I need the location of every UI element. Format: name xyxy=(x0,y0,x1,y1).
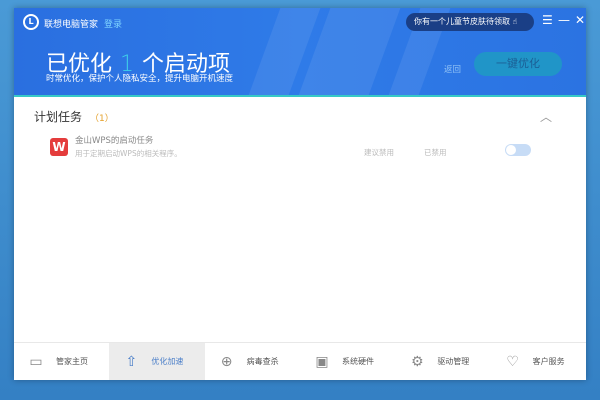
header: L 联想电脑管家 登录 你有一个儿童节皮肤待领取 ☝ ☰ — ✕ 已优化 1 个启动… xyxy=(14,8,586,97)
item-status: 已禁用 xyxy=(424,148,447,157)
nav-label: 客户服务 xyxy=(532,357,565,366)
nav-label: 病毒查杀 xyxy=(246,357,279,366)
login-link[interactable]: 登录 xyxy=(104,17,122,30)
nav-home[interactable]: ▭ 管家主页 xyxy=(14,343,109,380)
nav-drivers[interactable]: ⚙ 驱动管理 xyxy=(395,343,490,380)
nav-optimize[interactable]: ⇧ 优化加速 xyxy=(109,343,205,380)
back-link[interactable]: 返回 xyxy=(444,63,461,75)
app-window: L 联想电脑管家 登录 你有一个儿童节皮肤待领取 ☝ ☰ — ✕ 已优化 1 个启动… xyxy=(14,8,586,380)
minimize-icon[interactable]: — xyxy=(558,13,570,27)
item-toggle[interactable] xyxy=(505,144,531,156)
nav-support[interactable]: ♡ 客户服务 xyxy=(491,343,586,380)
item-suggestion: 建议禁用 xyxy=(364,148,394,157)
monitor-icon: ▭ xyxy=(29,353,43,370)
rocket-icon: ⇧ xyxy=(125,353,138,370)
nav-label: 管家主页 xyxy=(56,357,88,366)
nav-label: 系统硬件 xyxy=(341,357,374,366)
nav-label: 驱动管理 xyxy=(437,357,470,366)
close-icon[interactable]: ✕ xyxy=(575,13,585,27)
bottom-nav: ▭ 管家主页 ⇧ 优化加速 ⊕ 病毒查杀 ▣ 系统硬件 ⚙ 驱动管理 ♡ 客户服务 xyxy=(14,342,586,380)
nav-antivirus[interactable]: ⊕ 病毒查杀 xyxy=(205,343,300,380)
optimize-button[interactable]: 一键优化 xyxy=(474,52,562,76)
hand-pointer-icon: ☝ xyxy=(512,17,518,26)
gear-icon: ⚙ xyxy=(411,353,424,370)
item-name: 金山WPS的启动任务 xyxy=(75,136,154,146)
subtitle: 时常优化，保护个人隐私安全，提升电脑开机速度 xyxy=(46,74,234,84)
app-name: 联想电脑管家 xyxy=(44,20,99,30)
chevron-up-icon[interactable]: ︿ xyxy=(540,108,552,125)
heart-icon: ♡ xyxy=(506,353,519,370)
logo-icon: L xyxy=(23,14,39,30)
section-title: 计划任务 （1） xyxy=(34,110,114,124)
promo-text: 你有一个儿童节皮肤待领取 xyxy=(414,17,510,26)
shield-icon: ⊕ xyxy=(220,353,233,370)
chip-icon: ▣ xyxy=(315,353,329,370)
wps-icon: W xyxy=(50,138,68,156)
menu-icon[interactable]: ☰ xyxy=(542,13,553,27)
nav-label: 优化加速 xyxy=(151,357,184,366)
item-desc: 用于定期启动WPS的相关程序。 xyxy=(75,149,182,158)
nav-hardware[interactable]: ▣ 系统硬件 xyxy=(300,343,395,380)
promo-banner[interactable]: 你有一个儿童节皮肤待领取 ☝ xyxy=(406,13,534,31)
